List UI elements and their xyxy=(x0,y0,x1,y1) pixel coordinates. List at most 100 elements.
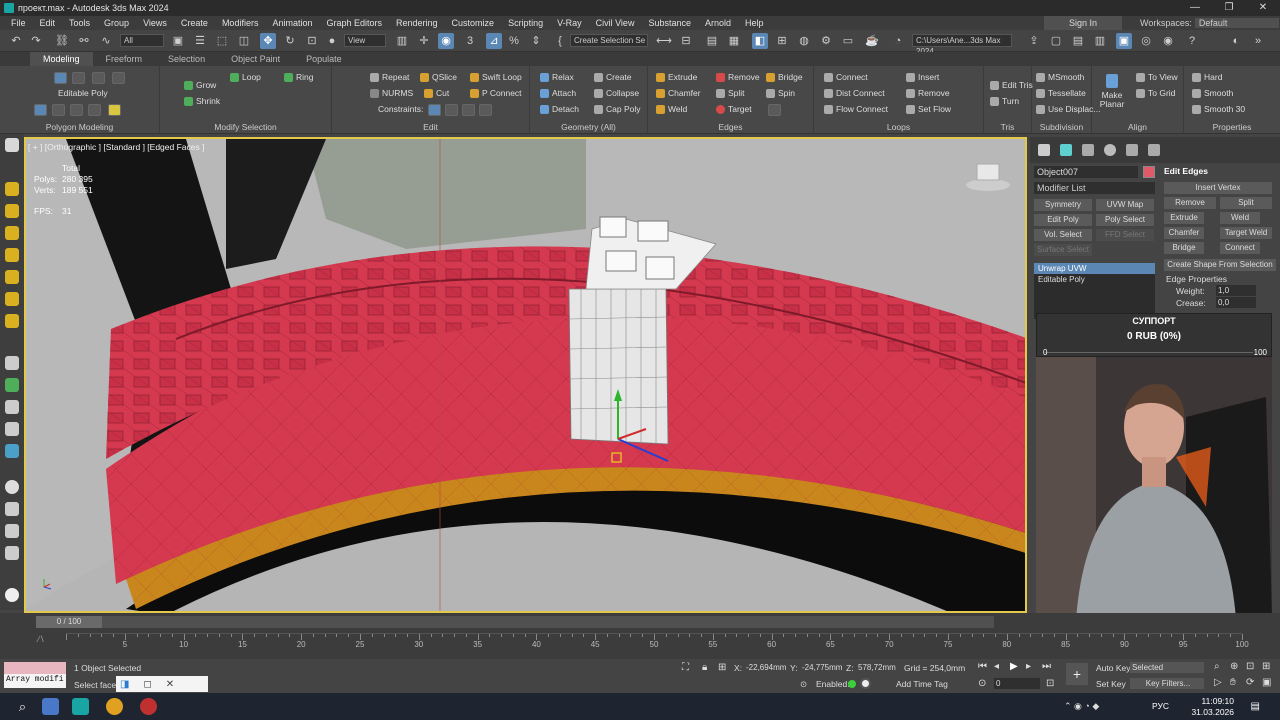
render-setup-icon[interactable]: ⚙ xyxy=(818,33,834,49)
show-cage-icon[interactable] xyxy=(88,104,101,116)
spin-button[interactable]: Spin xyxy=(766,88,795,98)
particle-icon[interactable] xyxy=(5,378,19,392)
display-tab-icon[interactable] xyxy=(1126,144,1138,156)
named-selection-dropdown[interactable]: Create Selection Se xyxy=(570,34,648,47)
snaps-toggle-icon[interactable]: 3 xyxy=(462,33,478,49)
cap-poly-button[interactable]: Cap Poly xyxy=(594,104,641,114)
p-connect-button[interactable]: P Connect xyxy=(470,88,522,98)
menu-item-rendering[interactable]: Rendering xyxy=(389,18,445,28)
arnold-icon[interactable]: ◎ xyxy=(1138,33,1154,49)
weight-field[interactable]: 1,0 xyxy=(1216,285,1256,296)
go-to-end-icon[interactable]: ⏭ xyxy=(1042,661,1051,672)
utilities-icon[interactable] xyxy=(5,524,19,538)
surface-select-button[interactable]: Surface Select xyxy=(1034,244,1092,256)
modify-selection-title[interactable]: Modify Selection xyxy=(160,122,331,132)
smooth30-button[interactable]: Smooth 30 xyxy=(1192,104,1245,114)
spline-icon[interactable] xyxy=(5,400,19,414)
angle-snap-icon[interactable]: ⊿ xyxy=(486,33,502,49)
menu-item-help[interactable]: Help xyxy=(738,18,771,28)
project-path-dropdown[interactable]: C:\Users\Ane...3ds Max 2024 xyxy=(912,34,1012,56)
previous-frame-icon[interactable]: ◂ xyxy=(994,661,999,672)
collapse-button[interactable]: Collapse xyxy=(594,88,639,98)
adaptive-degradation-icon[interactable]: ⊙ xyxy=(800,679,807,690)
border-mode-icon[interactable] xyxy=(92,72,105,84)
swift-loop-button[interactable]: Swift Loop xyxy=(470,72,522,82)
add-time-tag[interactable]: Add Time Tag xyxy=(896,679,948,689)
edge-settings-icon[interactable] xyxy=(768,104,781,116)
percent-snap-icon[interactable]: % xyxy=(506,33,522,49)
app-window-icon[interactable]: ◨ xyxy=(120,679,129,690)
torus-icon[interactable] xyxy=(5,248,19,262)
connect-button[interactable]: Connect xyxy=(824,72,868,82)
loop-button[interactable]: Loop xyxy=(230,72,261,82)
target-button[interactable]: Target xyxy=(716,104,752,114)
edges-title[interactable]: Edges xyxy=(648,122,813,132)
polygon-mode-icon[interactable] xyxy=(112,72,125,84)
lock-icon[interactable]: 🔒︎ xyxy=(702,662,707,673)
menu-item-file[interactable]: File xyxy=(4,18,33,28)
display-icon[interactable] xyxy=(5,502,19,516)
edit-poly-button[interactable]: Edit Poly xyxy=(1034,214,1092,226)
turn-button[interactable]: Turn xyxy=(990,96,1019,106)
menu-item-group[interactable]: Group xyxy=(97,18,136,28)
tessellate-button[interactable]: Tessellate xyxy=(1036,88,1086,98)
notifications-icon[interactable]: ▤ xyxy=(1251,701,1260,712)
cylinder-icon[interactable] xyxy=(5,226,19,240)
connect-edge-button[interactable]: Connect xyxy=(1220,242,1260,254)
track-bar[interactable]: 5 10 15 20 25 30 35 40 45 50 55 60 65 70 75 80 85 90 95 100 xyxy=(66,633,1249,655)
softselection-icon[interactable] xyxy=(108,104,121,116)
menu-item-modifiers[interactable]: Modifiers xyxy=(215,18,266,28)
isolate-icon[interactable]: ⛶ xyxy=(682,662,689,673)
reference-coord-dropdown[interactable]: View xyxy=(344,34,386,47)
material-editor-icon[interactable]: ◍ xyxy=(796,33,812,49)
attach-button[interactable]: Attach xyxy=(540,88,576,98)
polygon-modeling-title[interactable]: Polygon Modeling xyxy=(0,122,159,132)
vol-select-button[interactable]: Vol. Select xyxy=(1034,229,1092,241)
key-filters-button[interactable]: Key Filters... xyxy=(1130,678,1204,689)
menu-item-create[interactable]: Create xyxy=(174,18,215,28)
search-icon[interactable]: ⌕ xyxy=(14,698,31,715)
zoom-extents-all-icon[interactable]: ⊞ xyxy=(1262,661,1270,672)
save-icon[interactable]: ▥ xyxy=(1092,33,1108,49)
viewport-layout-icon[interactable]: ▢ xyxy=(1048,33,1064,49)
script-listener-output[interactable]: Array modifi xyxy=(4,674,66,688)
settings-icon[interactable]: ◐ xyxy=(1228,33,1244,49)
selection-filter-dropdown[interactable]: All xyxy=(120,34,164,47)
ring-button[interactable]: Ring xyxy=(284,72,313,82)
toggle-ribbon-icon[interactable]: ▦ xyxy=(726,33,742,49)
absolute-mode-icon[interactable]: ⊞ xyxy=(718,662,726,673)
tab-populate[interactable]: Populate xyxy=(293,52,355,66)
edit-named-selection-icon[interactable]: { xyxy=(552,33,568,49)
tab-object-paint[interactable]: Object Paint xyxy=(218,52,293,66)
hard-button[interactable]: Hard xyxy=(1192,72,1222,82)
menu-item-tools[interactable]: Tools xyxy=(62,18,97,28)
create-shape-button[interactable]: Create Shape From Selection xyxy=(1164,259,1276,271)
nurms-button[interactable]: NURMS xyxy=(370,88,413,98)
orbit-icon[interactable]: ⟳ xyxy=(1246,677,1254,688)
field-of-view-icon[interactable]: ▷ xyxy=(1214,677,1222,688)
zoom-all-icon[interactable]: ⊕ xyxy=(1230,661,1238,672)
start-icon[interactable] xyxy=(42,698,59,715)
hierarchy-tab-icon[interactable] xyxy=(1082,144,1094,156)
maxscript-mini-listener[interactable] xyxy=(4,662,66,674)
vertex-mode-icon[interactable] xyxy=(54,72,67,84)
geometry-title[interactable]: Geometry (All) xyxy=(530,122,647,132)
next-frame-icon[interactable]: ▸ xyxy=(1026,661,1031,672)
target-weld-button[interactable]: Target Weld xyxy=(1220,227,1272,239)
menu-item-scripting[interactable]: Scripting xyxy=(501,18,550,28)
ffd-select-button[interactable]: FFD Select xyxy=(1096,229,1154,241)
zoom-icon[interactable]: ⌕ xyxy=(1214,661,1220,672)
constraint-edge-icon[interactable] xyxy=(445,104,458,116)
subdivision-title[interactable]: Subdivision xyxy=(1032,122,1091,132)
edge-mode-icon[interactable] xyxy=(72,72,85,84)
undo-icon[interactable]: ↶ xyxy=(8,33,24,49)
create-tab-icon[interactable] xyxy=(1038,144,1050,156)
hierarchy-icon[interactable] xyxy=(5,444,19,458)
chrome-icon[interactable] xyxy=(106,698,123,715)
close-button[interactable]: ✕ xyxy=(1246,0,1280,16)
edit-title[interactable]: Edit xyxy=(332,122,529,132)
project-folder-icon[interactable]: ⇪ xyxy=(1026,33,1042,49)
crease-field[interactable]: 0,0 xyxy=(1216,297,1256,308)
motion-icon[interactable] xyxy=(5,480,19,494)
extras-icon[interactable]: » xyxy=(1250,33,1266,49)
